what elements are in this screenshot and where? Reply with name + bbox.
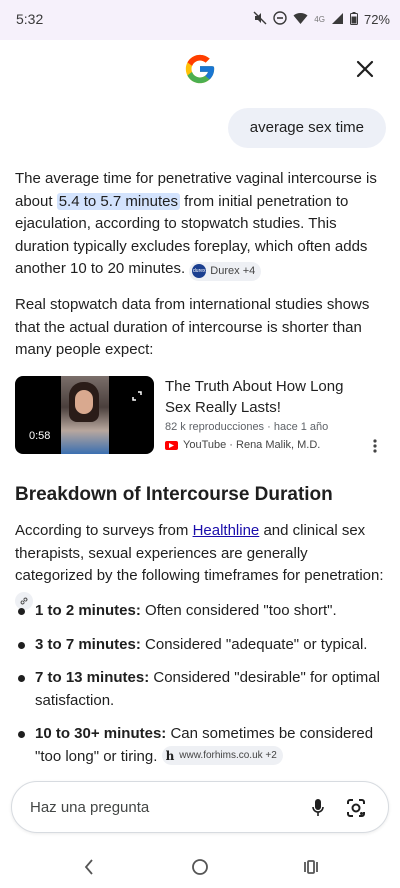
bullet-text: Considered "adequate" or typical.	[140, 636, 368, 653]
intro-text-start: According to surveys from	[15, 522, 193, 539]
bullet-bold: 10 to 30+ minutes:	[35, 725, 167, 742]
answer-paragraph-2: Real stopwatch data from international s…	[15, 296, 370, 358]
bullet-dot	[18, 731, 25, 738]
user-query-bubble: average sex time	[227, 108, 386, 148]
list-item: 7 to 13 minutes: Considered "desirable" …	[15, 667, 385, 712]
recents-button[interactable]	[299, 855, 323, 879]
list-item: 10 to 30+ minutes: Can sometimes be cons…	[15, 723, 385, 768]
voice-search-button[interactable]	[308, 797, 328, 819]
status-bar: 5:32 4G 72%	[0, 0, 400, 40]
back-icon	[84, 859, 93, 875]
mute-icon	[253, 11, 267, 29]
section-intro: According to surveys from Healthline and…	[15, 520, 385, 610]
network-type-label: 4G	[314, 15, 325, 24]
thumbnail-face	[75, 390, 93, 414]
more-vert-icon	[373, 439, 377, 453]
source-chip-forhims[interactable]: h www.forhims.co.uk +2	[161, 746, 283, 766]
close-icon	[356, 60, 374, 78]
video-thumbnail[interactable]: 0:58	[15, 376, 154, 454]
video-more-button[interactable]	[367, 436, 383, 456]
close-button[interactable]	[350, 54, 380, 84]
source-chip-label: Durex +4	[210, 265, 256, 277]
recents-icon	[304, 860, 318, 874]
list-item: 3 to 7 minutes: Considered "adequate" or…	[15, 634, 385, 657]
signal-icon	[331, 12, 344, 29]
list-item: 1 to 2 minutes: Often considered "too sh…	[15, 600, 385, 623]
status-icons: 4G 72%	[253, 11, 390, 29]
video-duration: 0:58	[29, 430, 51, 442]
battery-percent: 72%	[363, 12, 390, 27]
bullet-dot	[18, 608, 25, 615]
healthline-link[interactable]: Healthline	[193, 522, 260, 539]
video-card[interactable]: 0:58 The Truth About How Long Sex Really…	[15, 376, 385, 456]
back-button[interactable]	[77, 855, 101, 879]
highlighted-answer: 5.4 to 5.7 minutes	[56, 192, 180, 210]
bullet-bold: 1 to 2 minutes:	[35, 602, 141, 619]
google-logo-icon	[183, 52, 217, 86]
answer-paragraph-1: The average time for penetrative vaginal…	[15, 168, 385, 281]
dnd-icon	[273, 11, 287, 29]
youtube-icon	[165, 440, 178, 450]
source-chip-durex[interactable]: durex Durex +4	[189, 261, 262, 281]
forhims-logo-icon: h	[165, 748, 175, 763]
mic-icon	[312, 799, 324, 816]
home-icon	[192, 859, 208, 875]
section-heading: Breakdown of Intercourse Duration	[15, 484, 333, 505]
bullet-dot	[18, 675, 25, 682]
source-chip-label: www.forhims.co.uk +2	[179, 749, 277, 761]
status-time: 5:32	[16, 11, 44, 27]
ask-input[interactable]	[30, 782, 290, 832]
lens-button[interactable]	[345, 797, 367, 819]
video-source-label: YouTube · Rena Malik, M.D.	[183, 439, 321, 451]
wifi-icon	[293, 12, 308, 29]
bullet-bold: 7 to 13 minutes:	[35, 669, 150, 686]
expand-icon	[132, 388, 142, 406]
lens-icon	[347, 799, 365, 817]
bullet-bold: 3 to 7 minutes:	[35, 636, 141, 653]
bullet-text: Often considered "too short".	[140, 602, 337, 619]
video-source: YouTube · Rena Malik, M.D.	[165, 439, 320, 451]
system-nav-bar	[0, 845, 400, 888]
top-bar	[0, 40, 400, 100]
video-meta: 82 k reproducciones · hace 1 año	[165, 421, 329, 433]
durex-logo-icon: durex	[192, 264, 207, 279]
home-button[interactable]	[188, 855, 212, 879]
video-title[interactable]: The Truth About How Long Sex Really Last…	[165, 376, 365, 418]
bullet-dot	[18, 642, 25, 649]
battery-icon	[349, 11, 358, 29]
ask-bar	[11, 781, 389, 833]
